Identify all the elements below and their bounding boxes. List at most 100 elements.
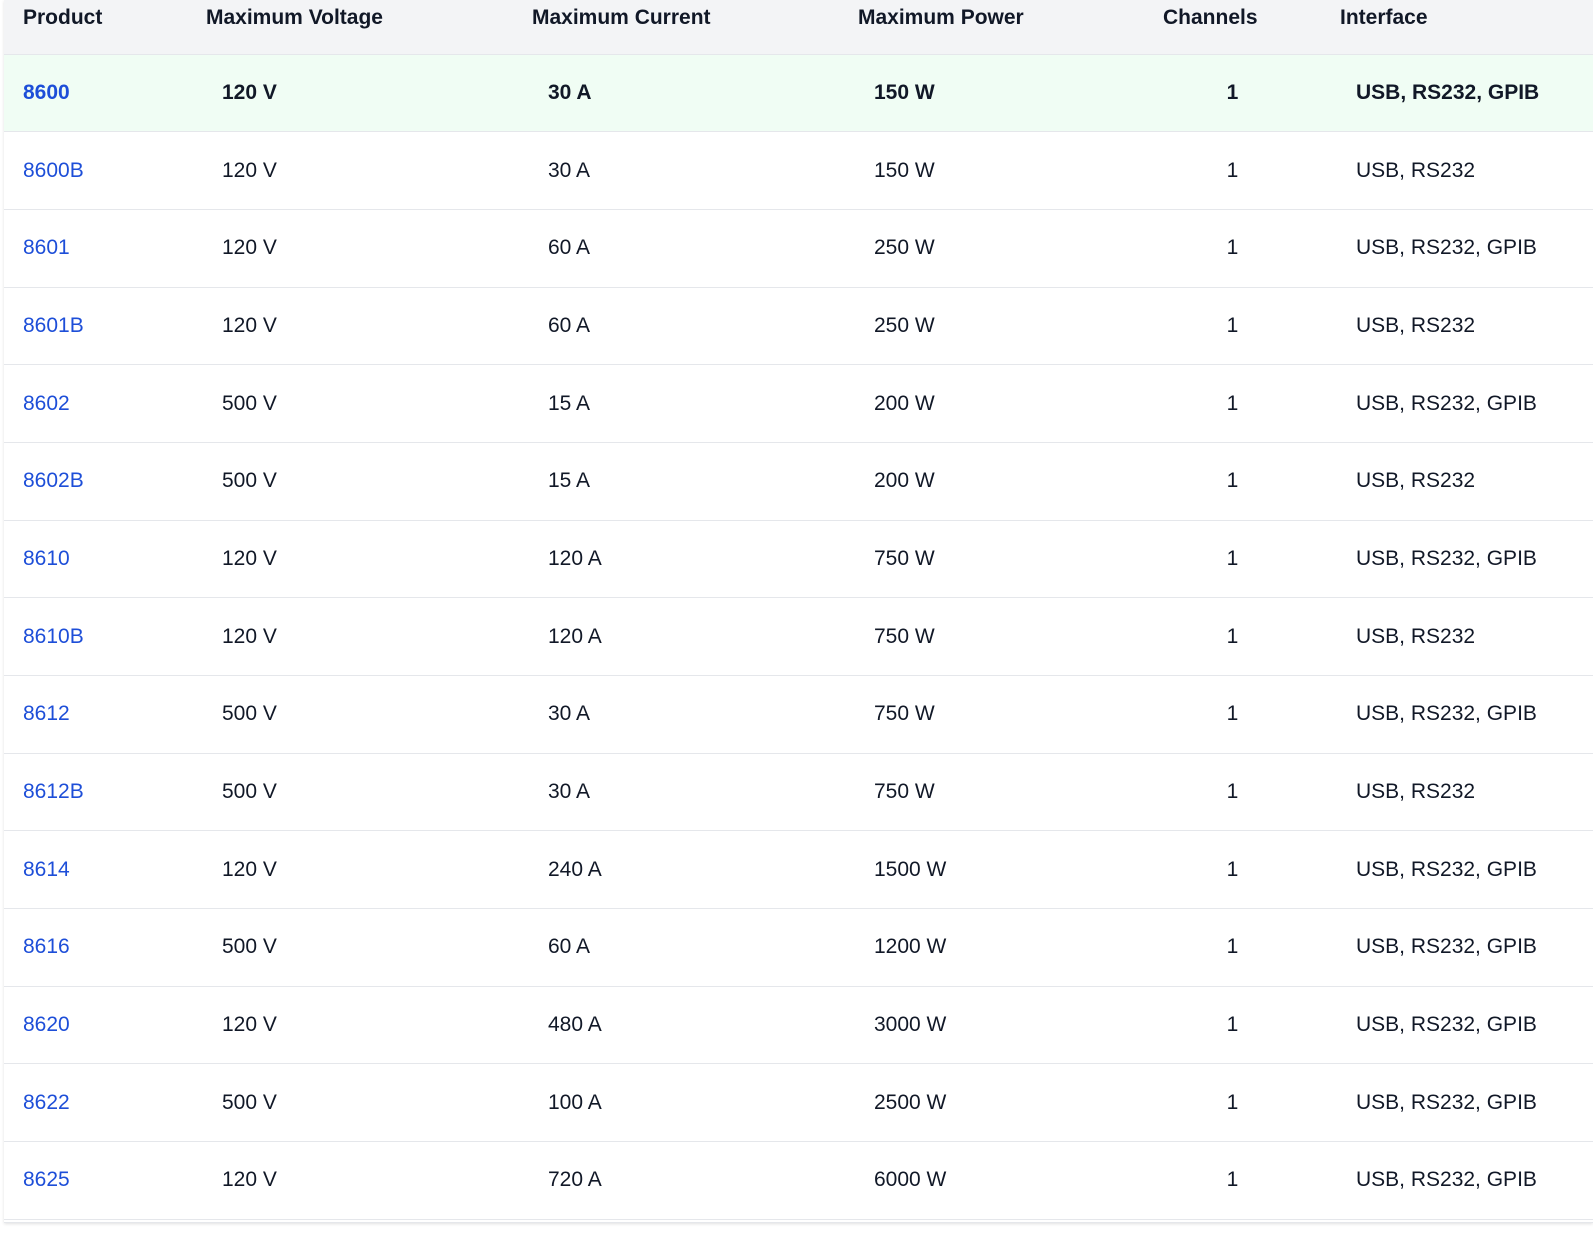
product-link[interactable]: 8601 [23,236,70,259]
product-cell: 8601B [4,287,187,365]
product-link[interactable]: 8620 [23,1013,70,1036]
header-maximum-current: Maximum Current [513,0,839,55]
current-cell: 60 A [548,935,591,959]
current-cell: 480 A [548,1013,602,1037]
header-maximum-voltage: Maximum Voltage [187,0,513,55]
power-cell: 1200 W [874,935,947,959]
product-link[interactable]: 8610 [23,547,70,570]
product-link[interactable]: 8625 [23,1168,70,1191]
voltage-cell: 120 V [222,80,277,104]
current-cell: 120 A [548,546,602,570]
product-cell: 8600B [4,132,187,210]
voltage-cell: 500 V [222,469,277,493]
current-cell: 15 A [548,469,591,493]
channels-cell: 1 [1226,1090,1239,1114]
voltage-cell: 500 V [222,1090,277,1114]
power-cell: 750 W [874,780,935,804]
voltage-cell: 120 V [222,546,277,570]
power-cell: 750 W [874,546,935,570]
product-link[interactable]: 8614 [23,858,70,881]
current-cell: 30 A [548,80,592,104]
power-cell: 200 W [874,469,935,493]
product-link[interactable]: 8602B [23,469,84,492]
product-cell: 8612 [4,676,187,754]
table-row: 8601B 120 V 60 A 250 W 1 USB, RS232 [4,287,1593,365]
product-link[interactable]: 8600 [23,81,70,104]
product-cell: 8600 [4,54,187,132]
product-link[interactable]: 8602 [23,392,70,415]
channels-cell: 1 [1226,702,1239,726]
table-row: 8601 120 V 60 A 250 W 1 USB, RS232, GPIB [4,209,1593,288]
voltage-cell: 120 V [222,624,277,648]
table-row: 8600 120 V 30 A 150 W 1 USB, RS232, GPIB [4,54,1593,132]
product-link[interactable]: 8616 [23,935,70,958]
current-cell: 30 A [548,702,591,726]
current-cell: 30 A [548,158,591,182]
interface-cell: USB, RS232, GPIB [1356,1013,1537,1037]
channels-cell: 1 [1226,1168,1239,1192]
product-cell: 8610B [4,598,187,676]
interface-cell: USB, RS232, GPIB [1356,80,1540,104]
power-cell: 3000 W [874,1013,947,1037]
current-cell: 240 A [548,857,602,881]
product-cell: 8602 [4,365,187,443]
interface-cell: USB, RS232 [1356,624,1476,648]
channels-cell: 1 [1226,546,1239,570]
table-row: 8622 500 V 100 A 2500 W 1 USB, RS232, GPIB [4,1064,1593,1142]
power-cell: 1500 W [874,857,947,881]
voltage-cell: 500 V [222,702,277,726]
power-cell: 150 W [874,158,935,182]
current-cell: 60 A [548,313,591,337]
voltage-cell: 120 V [222,1168,277,1192]
product-link[interactable]: 8601B [23,314,84,337]
voltage-cell: 120 V [222,158,277,182]
product-cell: 8610 [4,520,187,598]
table-body: 8600 120 V 30 A 150 W 1 USB, RS232, GPIB 8600B… [4,54,1593,1220]
interface-cell: USB, RS232 [1356,780,1476,804]
interface-cell: USB, RS232, GPIB [1356,236,1537,260]
channels-cell: 1 [1226,391,1239,415]
table-row: 8602B 500 V 15 A 200 W 1 USB, RS232 [4,442,1593,521]
product-link[interactable]: 8600B [23,159,84,182]
voltage-cell: 120 V [222,313,277,337]
power-cell: 250 W [874,236,935,260]
channels-cell: 1 [1226,780,1239,804]
channels-cell: 1 [1226,624,1239,648]
interface-cell: USB, RS232 [1356,313,1476,337]
interface-cell: USB, RS232, GPIB [1356,857,1537,881]
table-row: 8625 120 V 720 A 6000 W 1 USB, RS232, GPIB [4,1142,1593,1220]
channels-cell: 1 [1226,935,1239,959]
current-cell: 15 A [548,391,591,415]
voltage-cell: 500 V [222,780,277,804]
interface-cell: USB, RS232, GPIB [1356,702,1537,726]
voltage-cell: 120 V [222,857,277,881]
table-row: 8612B 500 V 30 A 750 W 1 USB, RS232 [4,753,1593,831]
product-table: Product Maximum Voltage Maximum Current … [4,0,1593,1220]
product-cell: 8616 [4,909,187,987]
table-row: 8600B 120 V 30 A 150 W 1 USB, RS232 [4,132,1593,210]
interface-cell: USB, RS232, GPIB [1356,391,1537,415]
channels-cell: 1 [1226,80,1239,104]
product-cell: 8602B [4,442,187,520]
header-interface: Interface [1321,0,1593,55]
interface-cell: USB, RS232, GPIB [1356,1168,1537,1192]
product-link[interactable]: 8610B [23,625,84,648]
interface-cell: USB, RS232, GPIB [1356,546,1537,570]
table-row: 8610 120 V 120 A 750 W 1 USB, RS232, GPIB [4,520,1593,598]
product-link[interactable]: 8612B [23,780,84,803]
product-comparison-table: Product Maximum Voltage Maximum Current … [4,0,1593,1223]
power-cell: 150 W [874,80,935,104]
interface-cell: USB, RS232, GPIB [1356,935,1537,959]
channels-cell: 1 [1226,857,1239,881]
table-row: 8616 500 V 60 A 1200 W 1 USB, RS232, GPIB [4,909,1593,987]
product-cell: 8614 [4,831,187,909]
product-cell: 8622 [4,1064,187,1142]
current-cell: 120 A [548,624,602,648]
channels-cell: 1 [1226,236,1239,260]
channels-cell: 1 [1226,469,1239,493]
table-header: Product Maximum Voltage Maximum Current … [4,0,1593,55]
product-cell: 8620 [4,986,187,1064]
product-link[interactable]: 8612 [23,702,70,725]
product-link[interactable]: 8622 [23,1091,70,1114]
table-row: 8610B 120 V 120 A 750 W 1 USB, RS232 [4,598,1593,676]
